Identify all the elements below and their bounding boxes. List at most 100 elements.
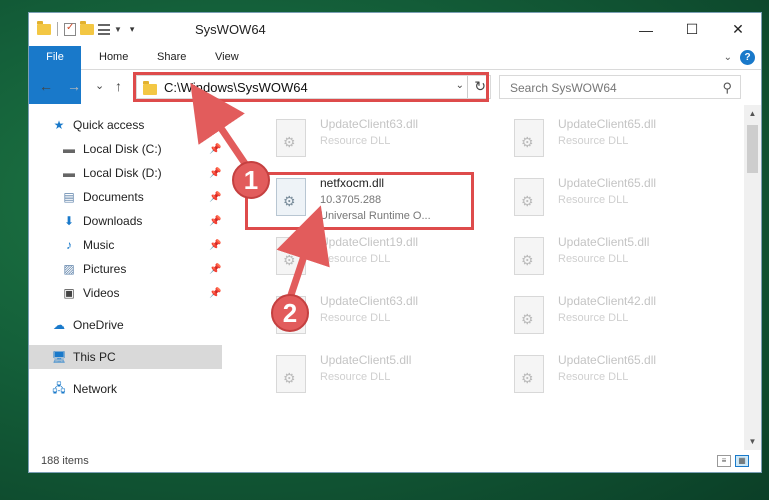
pin-icon[interactable]: 📌 [209, 288, 221, 299]
drive-icon: ▬ [63, 166, 75, 180]
maximize-button[interactable]: ☐ [669, 13, 715, 46]
scroll-up-icon[interactable]: ▲ [744, 105, 761, 122]
drive-icon: ▬ [63, 142, 75, 156]
file-name: UpdateClient5.dll [558, 235, 650, 249]
sidebar-item-pictures[interactable]: ▨ Pictures 📌 [29, 257, 222, 281]
cloud-icon: ☁ [53, 318, 65, 332]
sidebar-item-label: Videos [83, 286, 120, 300]
sidebar-item-label: This PC [73, 350, 116, 364]
details-view-icon[interactable]: ≡ [717, 455, 731, 467]
folder-icon[interactable] [37, 20, 51, 35]
file-item[interactable]: UpdateClient63.dll Resource DLL [246, 113, 476, 171]
sidebar-item-quick-access[interactable]: ★ Quick access [29, 113, 222, 137]
scroll-thumb[interactable] [747, 125, 758, 173]
toolbar-divider [57, 22, 58, 36]
pin-icon[interactable]: 📌 [209, 192, 221, 203]
sidebar-item-this-pc[interactable]: 🖥 This PC [29, 345, 222, 369]
search-input[interactable]: Search SysWOW64 [510, 81, 617, 95]
file-type: Resource DLL [558, 253, 629, 265]
pin-icon[interactable]: 📌 [209, 240, 221, 251]
sidebar-item-videos[interactable]: ▣ Videos 📌 [29, 281, 222, 305]
search-box[interactable]: Search SysWOW64 ⚲ [499, 75, 741, 99]
dll-file-icon [276, 119, 306, 157]
file-item[interactable]: UpdateClient65.dll Resource DLL [484, 349, 714, 407]
minimize-button[interactable]: — [623, 13, 669, 46]
properties-icon[interactable] [64, 22, 76, 36]
file-type: Resource DLL [558, 135, 629, 147]
status-bar: 188 items ≡ ▦ [29, 450, 761, 472]
file-item[interactable]: UpdateClient42.dll Resource DLL [484, 290, 714, 348]
close-button[interactable]: ✕ [715, 13, 761, 46]
file-item[interactable]: UpdateClient5.dll Resource DLL [246, 349, 476, 407]
network-icon: 🖧 [52, 380, 66, 395]
file-name: UpdateClient63.dll [320, 117, 419, 131]
file-item-netfxocm[interactable]: netfxocm.dll 10.3705.288 Universal Runti… [246, 172, 476, 230]
sidebar-item-local-disk-d[interactable]: ▬ Local Disk (D:) 📌 [29, 161, 222, 185]
file-item[interactable]: UpdateClient19.dll Resource DLL [246, 231, 476, 289]
back-arrow-icon[interactable]: ← [39, 78, 53, 94]
file-type: Resource DLL [320, 135, 391, 147]
sidebar-item-label: Network [73, 382, 118, 396]
ribbon-controls: ⌄ ? [724, 50, 755, 65]
folder-icon [143, 81, 157, 95]
pin-icon[interactable]: 📌 [209, 144, 221, 155]
sidebar-item-network[interactable]: 🖧 Network [29, 377, 222, 401]
file-type: Resource DLL [320, 253, 391, 265]
address-path[interactable]: C:\Windows\SysWOW64 [164, 80, 308, 95]
vertical-scrollbar[interactable]: ▲ ▼ [744, 105, 761, 450]
recent-locations-icon[interactable]: ⌄ [95, 79, 104, 92]
chevron-down-icon[interactable]: ⌄ [456, 80, 464, 91]
file-name: UpdateClient19.dll [320, 235, 419, 249]
documents-icon: ▤ [63, 190, 75, 204]
chevron-down-icon[interactable]: ▼ [114, 25, 122, 34]
file-type: Resource DLL [320, 312, 391, 324]
pin-icon[interactable]: 📌 [209, 264, 221, 275]
forward-arrow-icon[interactable]: → [67, 78, 81, 94]
sidebar-item-label: Music [83, 238, 115, 252]
sidebar-item-downloads[interactable]: ⬇ Downloads 📌 [29, 209, 222, 233]
sidebar-item-label: Pictures [83, 262, 127, 276]
expand-ribbon-icon[interactable]: ⌄ [724, 52, 732, 63]
refresh-icon[interactable]: ↻ [474, 78, 486, 95]
file-item[interactable]: UpdateClient65.dll Resource DLL [484, 113, 714, 171]
pin-icon[interactable]: 📌 [209, 168, 221, 179]
customize-toolbar-icon[interactable]: ▾ [130, 24, 135, 35]
step-2-badge: 2 [271, 294, 309, 332]
sidebar-item-music[interactable]: ♪ Music 📌 [29, 233, 222, 257]
dll-file-icon [276, 178, 306, 216]
file-name: UpdateClient63.dll [320, 294, 419, 308]
help-icon[interactable]: ? [740, 50, 755, 65]
file-name: netfxocm.dll [320, 176, 385, 190]
file-type: Resource DLL [320, 371, 391, 383]
window-controls: — ☐ ✕ [623, 13, 761, 46]
sidebar-item-local-disk-c[interactable]: ▬ Local Disk (C:) 📌 [29, 137, 222, 161]
new-folder-icon[interactable] [80, 20, 94, 35]
dll-file-icon [276, 355, 306, 393]
file-type: Resource DLL [558, 194, 629, 206]
dll-file-icon [276, 237, 306, 275]
tab-share[interactable]: Share [157, 46, 186, 69]
search-icon[interactable]: ⚲ [722, 80, 732, 96]
large-icons-view-icon[interactable]: ▦ [735, 455, 749, 467]
up-arrow-icon[interactable]: ↑ [115, 78, 122, 94]
sidebar-item-label: Quick access [73, 118, 145, 132]
file-version: 10.3705.288 [320, 194, 382, 206]
star-icon: ★ [53, 118, 65, 132]
dll-file-icon [514, 355, 544, 393]
tab-view[interactable]: View [215, 46, 239, 69]
tab-home[interactable]: Home [99, 46, 128, 69]
sidebar-item-label: Local Disk (D:) [83, 166, 162, 180]
sidebar-item-documents[interactable]: ▤ Documents 📌 [29, 185, 222, 209]
sidebar-item-onedrive[interactable]: ☁ OneDrive [29, 313, 222, 337]
scroll-down-icon[interactable]: ▼ [744, 433, 761, 450]
file-list: UpdateClient63.dll Resource DLL UpdateCl… [222, 105, 737, 450]
view-options-icon[interactable] [98, 23, 110, 35]
pin-icon[interactable]: 📌 [209, 216, 221, 227]
address-bar[interactable]: C:\Windows\SysWOW64 ⌄ ↻ [136, 75, 491, 99]
file-item[interactable]: UpdateClient65.dll Resource DLL [484, 172, 714, 230]
quick-access-toolbar: ▼ ▾ [37, 20, 134, 38]
address-divider [467, 76, 468, 98]
navigation-bar: ← → ⌄ ↑ C:\Windows\SysWOW64 ⌄ ↻ Search S… [29, 72, 761, 102]
file-item[interactable]: UpdateClient5.dll Resource DLL [484, 231, 714, 289]
file-name: UpdateClient65.dll [558, 117, 657, 131]
